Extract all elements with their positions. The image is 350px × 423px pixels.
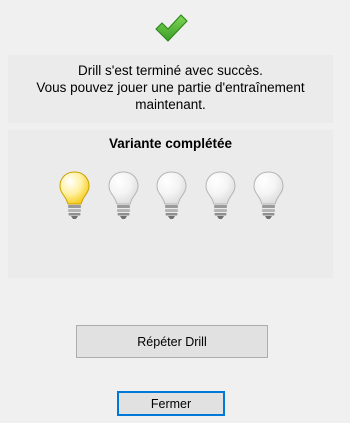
variant-title: Variante complétée xyxy=(108,136,233,151)
bulb-unlit-icon xyxy=(253,171,284,219)
variant-panel: Variante complétée xyxy=(8,130,333,278)
checkmark-icon xyxy=(155,14,188,42)
bulb-unlit-icon xyxy=(107,171,139,219)
bulb-lit-icon xyxy=(59,171,90,219)
bulb-unlit-icon xyxy=(204,171,236,219)
status-message-line-2: Vous pouvez jouer une partie d'entraînem… xyxy=(36,80,305,95)
repeat-drill-button[interactable]: Répéter Drill xyxy=(76,325,268,358)
bulb-unlit-icon xyxy=(156,171,187,219)
status-message-line-1: Drill s'est terminé avec succès. xyxy=(78,63,263,78)
variant-progress-bulbs xyxy=(58,170,285,220)
status-message-line-3: maintenant. xyxy=(135,97,206,112)
status-message: Drill s'est terminé avec succès. Vous po… xyxy=(8,62,333,113)
close-button[interactable]: Fermer xyxy=(117,391,225,416)
status-message-panel: Drill s'est terminé avec succès. Vous po… xyxy=(8,55,333,123)
